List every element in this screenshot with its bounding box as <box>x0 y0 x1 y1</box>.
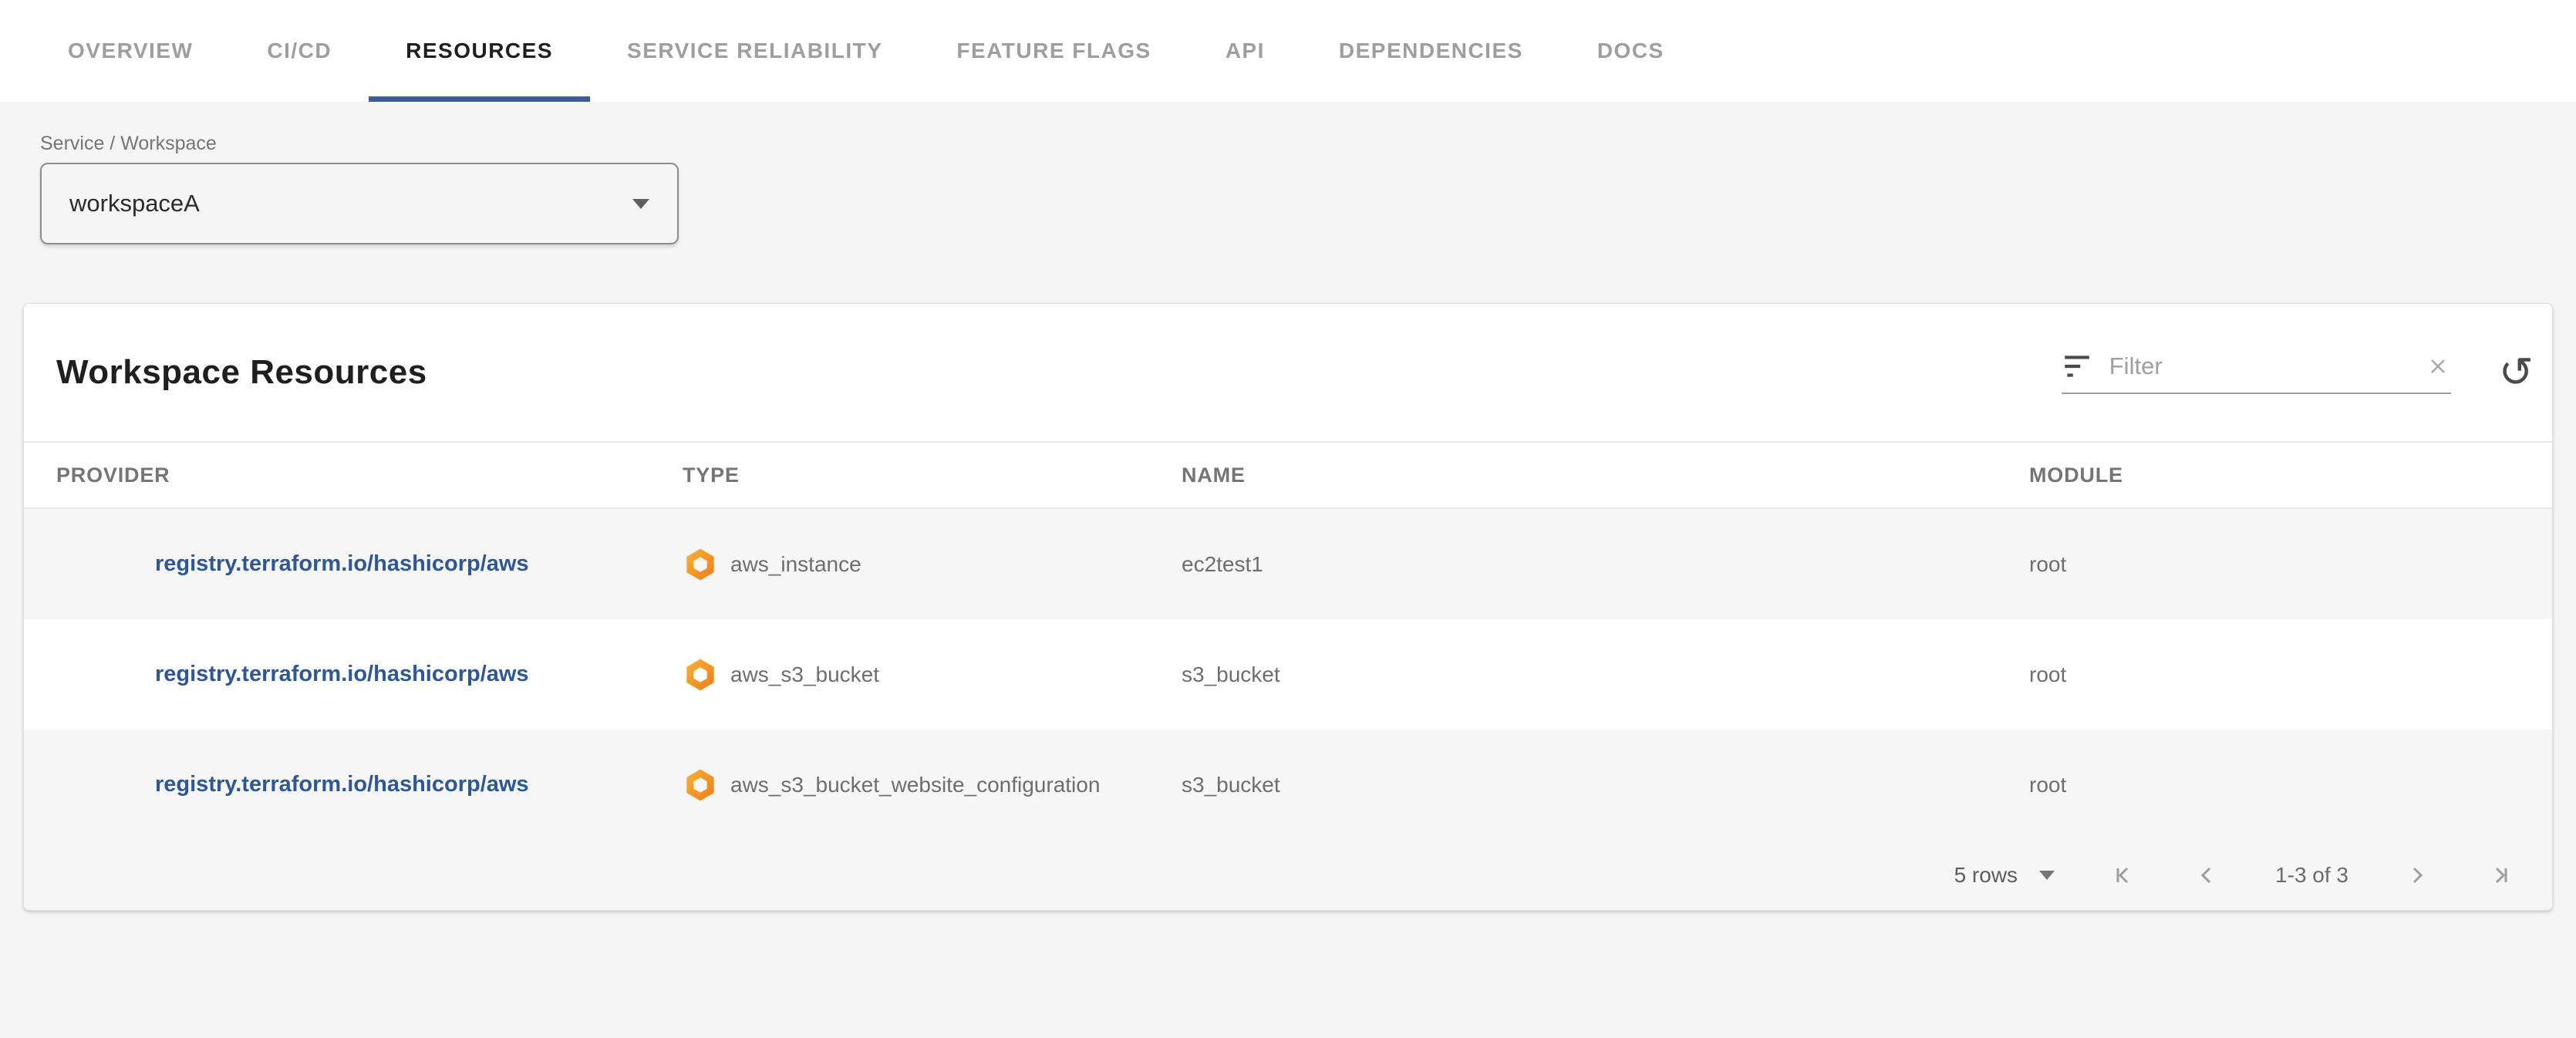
tab-resources[interactable]: RESOURCES <box>369 0 590 102</box>
refresh-icon: ↺ <box>2499 352 2534 393</box>
workspace-select[interactable]: workspaceA <box>40 163 679 244</box>
column-header-provider: PROVIDER <box>24 463 683 487</box>
chevron-down-icon <box>632 199 649 209</box>
workspace-select-value: workspaceA <box>69 190 200 217</box>
tab-dependencies[interactable]: DEPENDENCIES <box>1302 0 1560 102</box>
provider-link[interactable]: registry.terraform.io/hashicorp/aws <box>155 662 529 686</box>
column-header-type: TYPE <box>683 463 1182 487</box>
resource-module: root <box>2029 662 2066 686</box>
chevron-down-icon <box>2039 871 2055 880</box>
card-header: Workspace Resources <box>24 304 2552 441</box>
page-content: Service / Workspace workspaceA Workspace… <box>0 133 2576 911</box>
first-page-icon <box>2110 861 2138 889</box>
resource-type: aws_instance <box>730 552 861 577</box>
pagination-range-label: 1-3 of 3 <box>2275 863 2348 888</box>
table-header-row: PROVIDER TYPE NAME MODULE <box>24 441 2552 509</box>
first-page-button[interactable] <box>2110 861 2138 889</box>
filter-icon <box>2062 351 2092 382</box>
resource-module: root <box>2029 552 2066 576</box>
aws-provider-icon <box>683 767 718 803</box>
chevron-left-icon <box>2193 861 2221 889</box>
tab-cicd[interactable]: CI/CD <box>230 0 369 102</box>
aws-provider-icon <box>683 657 718 693</box>
table-row: registry.terraform.io/hashicorp/aws aws_… <box>24 509 2552 619</box>
tab-api[interactable]: API <box>1189 0 1302 102</box>
aws-provider-icon <box>683 547 718 582</box>
table-row: registry.terraform.io/hashicorp/aws aws_… <box>24 730 2552 840</box>
resource-type: aws_s3_bucket_website_configuration <box>730 773 1100 797</box>
table-row: registry.terraform.io/hashicorp/aws aws_… <box>24 619 2552 730</box>
workspace-select-label: Service / Workspace <box>40 133 2553 155</box>
tab-feature-flags[interactable]: FEATURE FLAGS <box>919 0 1188 102</box>
tab-service-reliability[interactable]: SERVICE RELIABILITY <box>590 0 919 102</box>
tab-bar: OVERVIEW CI/CD RESOURCES SERVICE RELIABI… <box>0 0 2576 102</box>
filter-area: ↺ <box>2062 351 2534 394</box>
provider-link[interactable]: registry.terraform.io/hashicorp/aws <box>155 772 529 797</box>
filter-input[interactable] <box>2109 352 2425 380</box>
clear-filter-button[interactable] <box>2425 353 2451 379</box>
previous-page-button[interactable] <box>2193 861 2221 889</box>
resource-name: s3_bucket <box>1182 773 1280 797</box>
tab-overview[interactable]: OVERVIEW <box>31 0 230 102</box>
rows-per-page-select[interactable]: 5 rows <box>1954 863 2055 888</box>
refresh-button[interactable]: ↺ <box>2499 352 2534 393</box>
resource-module: root <box>2029 773 2066 797</box>
rows-per-page-value: 5 rows <box>1954 863 2018 888</box>
column-header-module: MODULE <box>2029 463 2552 487</box>
resource-type: aws_s3_bucket <box>730 662 879 687</box>
provider-link[interactable]: registry.terraform.io/hashicorp/aws <box>155 551 529 576</box>
filter-input-wrap <box>2062 351 2451 394</box>
close-icon <box>2425 353 2451 379</box>
column-header-name: NAME <box>1182 463 2029 487</box>
last-page-icon <box>2486 861 2514 889</box>
resource-name: ec2test1 <box>1182 552 1263 576</box>
card-title: Workspace Resources <box>56 353 427 392</box>
table-footer: 5 rows 1-3 of 3 <box>24 840 2552 910</box>
last-page-button[interactable] <box>2486 861 2514 889</box>
chevron-right-icon <box>2402 861 2430 889</box>
next-page-button[interactable] <box>2402 861 2430 889</box>
resource-name: s3_bucket <box>1182 662 1280 686</box>
tab-docs[interactable]: DOCS <box>1560 0 1701 102</box>
workspace-resources-card: Workspace Resources <box>23 303 2553 911</box>
